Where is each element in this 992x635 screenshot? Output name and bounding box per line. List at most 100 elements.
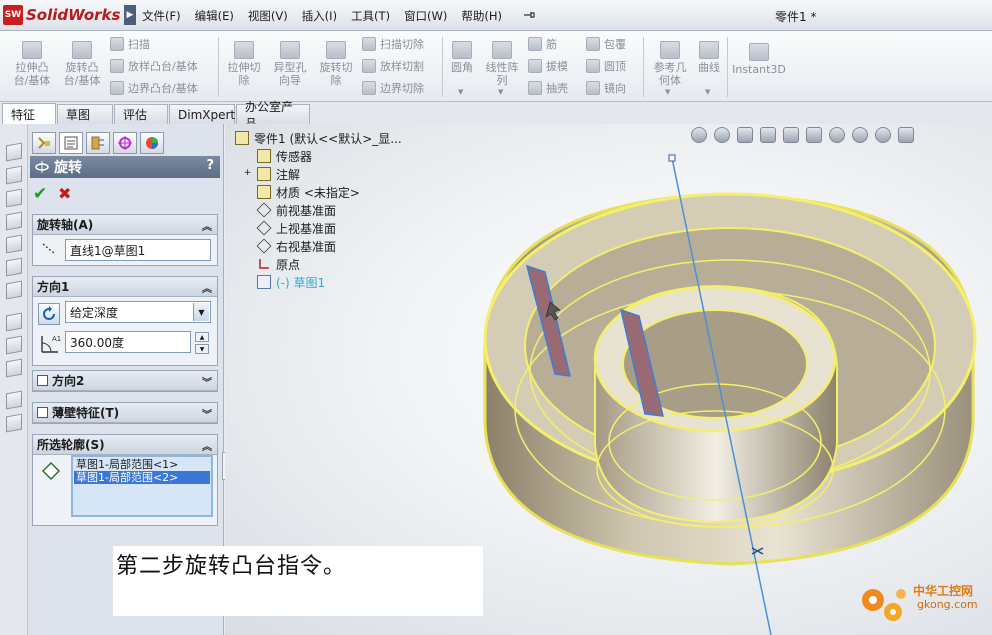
display-manager-tab[interactable] — [140, 132, 164, 154]
angle-spinner[interactable]: ▲ ▼ — [195, 332, 209, 354]
chevron-down-icon[interactable]: ▼ — [193, 303, 209, 321]
extrude-boss-button[interactable]: 拉伸凸 台/基体 — [10, 41, 54, 87]
smart-dimension-icon[interactable] — [6, 335, 22, 355]
spin-down-icon[interactable]: ▼ — [195, 344, 209, 354]
view-right-icon[interactable] — [6, 211, 22, 231]
angle-input[interactable]: 360.00度 ▲ ▼ — [65, 331, 209, 354]
tree-item-sensors[interactable]: 传感器 — [257, 147, 424, 165]
sketch-tool-icon[interactable] — [6, 312, 22, 332]
fillet-button[interactable]: 圆角 — [446, 41, 478, 74]
display-style-icon[interactable] — [806, 127, 822, 143]
linear-pattern-button[interactable]: 线性阵 列 — [482, 41, 522, 87]
list-item[interactable]: 草图1-局部范围<2> — [74, 471, 210, 484]
tree-root[interactable]: 零件1 (默认<<默认>_显... — [235, 129, 402, 147]
tree-item-annotations[interactable]: + 注解 — [244, 165, 424, 183]
hide-show-items-icon[interactable] — [829, 127, 845, 143]
shell-button[interactable]: 抽壳 — [528, 79, 568, 97]
zoom-to-area-icon[interactable] — [714, 127, 730, 143]
mirror-button[interactable]: 镜向 — [586, 79, 626, 97]
apply-scene-icon[interactable] — [875, 127, 891, 143]
fillet-dropdown-icon[interactable]: ▼ — [458, 88, 463, 96]
view-settings-icon[interactable] — [898, 127, 914, 143]
end-condition-select[interactable]: 给定深度 ▼ — [65, 301, 211, 323]
direction1-group-header[interactable]: 方向1 ︽ — [33, 277, 217, 297]
tree-item-right-plane[interactable]: 右视基准面 — [256, 237, 424, 255]
pin-icon[interactable] — [522, 8, 536, 22]
tab-features[interactable]: 特征 — [2, 103, 56, 124]
pattern-dropdown-icon[interactable]: ▼ — [498, 88, 503, 96]
previous-view-icon[interactable] — [737, 127, 753, 143]
selected-contours-group-header[interactable]: 所选轮廓(S) ︽ — [33, 435, 217, 455]
menu-file[interactable]: 文件(F) — [142, 8, 181, 24]
macro-icon[interactable] — [6, 413, 22, 433]
view-top-icon[interactable] — [6, 234, 22, 254]
dome-button[interactable]: 圆顶 — [586, 57, 626, 75]
menu-window[interactable]: 窗口(W) — [404, 8, 447, 24]
view-isometric-icon[interactable] — [6, 280, 22, 300]
wrap-button[interactable]: 包覆 — [586, 35, 626, 53]
view-bottom-icon[interactable] — [6, 257, 22, 277]
menu-help[interactable]: 帮助(H) — [461, 8, 502, 24]
menu-expand-arrow-icon[interactable]: ▶ — [124, 5, 136, 25]
reference-geometry-dropdown-icon[interactable]: ▼ — [665, 88, 670, 96]
tab-evaluate[interactable]: 评估 — [114, 104, 168, 124]
view-front-icon[interactable] — [6, 142, 22, 162]
collapse-chevron-icon[interactable]: ︽ — [202, 438, 212, 453]
curves-dropdown-icon[interactable]: ▼ — [705, 88, 710, 96]
swept-cut-button[interactable]: 扫描切除 — [362, 35, 424, 53]
direction2-checkbox[interactable] — [37, 375, 48, 386]
thin-feature-group-header[interactable]: 薄壁特征(T) ︾ — [33, 403, 217, 423]
tree-item-top-plane[interactable]: 上视基准面 — [256, 219, 424, 237]
instant3d-button[interactable]: Instant3D — [731, 43, 787, 76]
draft-button[interactable]: 拔模 — [528, 57, 568, 75]
layer-icon[interactable] — [6, 390, 22, 410]
expand-chevron-icon[interactable]: ︾ — [202, 406, 212, 421]
property-manager-tab[interactable] — [59, 132, 83, 154]
configuration-manager-tab[interactable] — [86, 132, 110, 154]
help-button[interactable]: ? — [206, 158, 214, 173]
axis-selection-field[interactable]: 直线1@草图1 — [65, 239, 211, 261]
expand-chevron-icon[interactable]: ︾ — [202, 374, 212, 389]
expand-plus-icon[interactable]: + — [243, 169, 252, 178]
axis-group-header[interactable]: 旋转轴(A) ︽ — [33, 215, 217, 235]
tab-office-products[interactable]: 办公室产品 — [236, 100, 310, 131]
solidworks-logo[interactable]: SW SolidWorks — [3, 4, 120, 26]
view-orientation-icon[interactable] — [783, 127, 799, 143]
feature-manager-tab[interactable] — [32, 132, 56, 154]
menu-view[interactable]: 视图(V) — [248, 8, 288, 24]
tree-item-material[interactable]: 材质 <未指定> — [257, 183, 424, 201]
view-back-icon[interactable] — [6, 165, 22, 185]
revolve-cut-button[interactable]: 旋转切 除 — [314, 41, 358, 87]
spin-up-icon[interactable]: ▲ — [195, 332, 209, 342]
contours-list[interactable]: 草图1-局部范围<1> 草图1-局部范围<2> — [71, 455, 213, 517]
menu-insert[interactable]: 插入(I) — [302, 8, 337, 24]
section-view-icon[interactable] — [760, 127, 776, 143]
edit-appearance-icon[interactable] — [852, 127, 868, 143]
menu-tools[interactable]: 工具(T) — [351, 8, 390, 24]
sweep-button[interactable]: 扫描 — [110, 35, 150, 53]
tree-item-front-plane[interactable]: 前视基准面 — [256, 201, 424, 219]
boundary-cut-button[interactable]: 边界切除 — [362, 79, 424, 97]
curves-button[interactable]: 曲线 — [694, 41, 724, 74]
thin-feature-checkbox[interactable] — [37, 407, 48, 418]
collapse-chevron-icon[interactable]: ︽ — [202, 218, 212, 233]
tab-sketch[interactable]: 草图 — [57, 104, 113, 124]
view-left-icon[interactable] — [6, 188, 22, 208]
relations-icon[interactable] — [6, 358, 22, 378]
revolve-boss-button[interactable]: 旋转凸 台/基体 — [60, 41, 104, 87]
direction2-group-header[interactable]: 方向2 ︾ — [33, 371, 217, 391]
ok-button[interactable]: ✔ — [33, 184, 51, 204]
zoom-to-fit-icon[interactable] — [691, 127, 707, 143]
hole-wizard-button[interactable]: 异型孔 向导 — [268, 41, 312, 87]
list-item[interactable]: 草图1-局部范围<1> — [74, 458, 210, 471]
lofted-cut-button[interactable]: 放样切割 — [362, 57, 424, 75]
rib-button[interactable]: 筋 — [528, 35, 557, 53]
collapse-chevron-icon[interactable]: ︽ — [202, 280, 212, 295]
dimxpert-manager-tab[interactable] — [113, 132, 137, 154]
extrude-cut-button[interactable]: 拉伸切 除 — [222, 41, 266, 87]
tree-item-sketch1[interactable]: (-) 草图1 — [257, 273, 424, 291]
boundary-boss-button[interactable]: 边界凸台/基体 — [110, 79, 198, 97]
menu-edit[interactable]: 编辑(E) — [195, 8, 234, 24]
reference-geometry-button[interactable]: 参考几 何体 — [648, 41, 692, 87]
axis-endpoint-handle[interactable] — [668, 154, 676, 162]
